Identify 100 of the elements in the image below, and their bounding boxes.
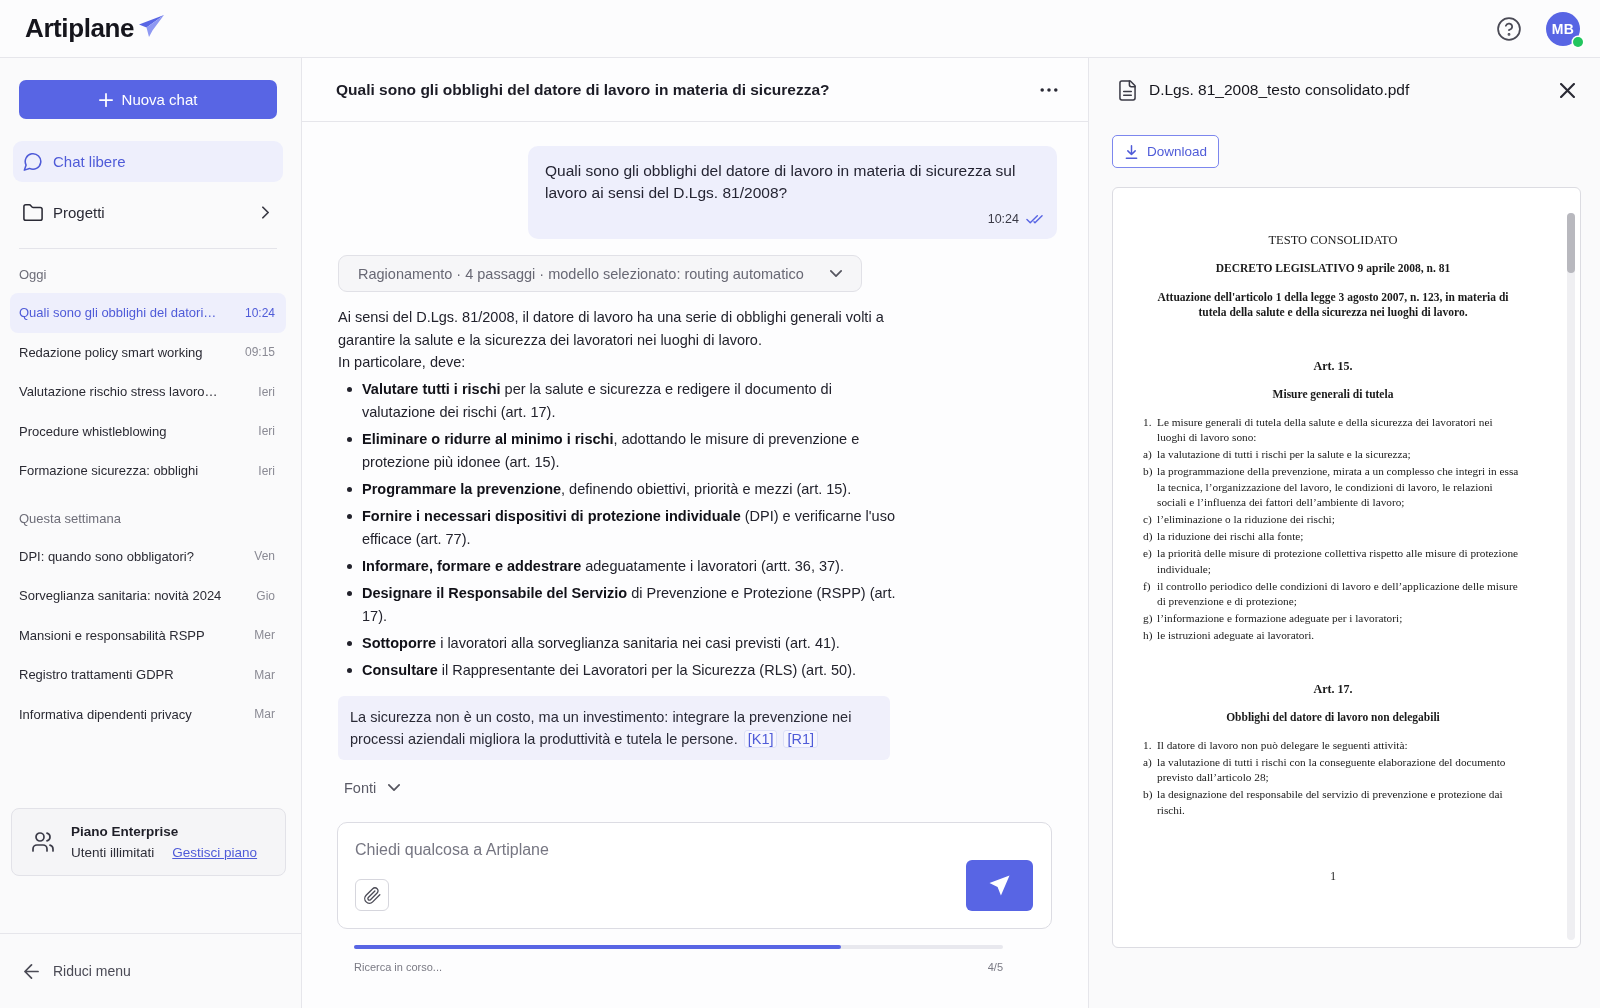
arrow-left-icon [24,963,39,979]
chat-title: Registro trattamenti GDPR [19,667,174,683]
article-heading: Art. 17. [1312,681,1354,697]
avatar[interactable]: MB [1546,11,1580,46]
list-marker: d) [1143,529,1154,544]
list-marker: h) [1143,628,1154,643]
list-item-text: Consultare il Rappresentante dei Lavoratori per la Sicurezza (RLS) (art. 50). [362,660,857,680]
chat-history-item[interactable]: Valutazione rischio stress lavoro… Ieri [10,372,286,412]
chevron-right-icon [262,206,269,219]
document-text: la priorità delle misure di protezione collettiva rispetto alle misure di protezione individuale; [1157,546,1520,577]
citation-link[interactable]: [K1] [743,729,778,748]
chat-time: 10:24 [244,305,275,320]
close-icon [1560,82,1575,98]
chat-time: 09:15 [244,345,275,360]
chat-title: Sorveglianza sanitaria: novità 2024 [19,588,222,604]
bullet-icon [347,667,352,673]
more-icon [1040,87,1058,92]
list-item-text: Designare il Responsabile del Servizio di Prevenzione e Protezione (RSPP) (art. 17). [362,583,897,626]
document-text: la valutazione di tutti i rischi per la salute e la sicurezza; [1157,447,1412,462]
message-input[interactable]: Chiedi qualcosa a Artiplane [355,839,675,861]
nav-item[interactable]: Progetti [13,192,283,233]
page-number: 1 [1329,870,1337,882]
manage-plan-link[interactable]: Gestisci piano [172,845,258,860]
chat-time: Ven [254,549,275,564]
chevron-down-icon [829,270,842,277]
document-text: la programmazione della prevenzione, mirata a un complesso che integri in essa la tecnica, l’organizzazione del lavoro, le condizioni di lavoro, le relazioni sociali e l’influenza dei fattori dell’ambiente di lavoro; [1157,464,1520,510]
bullet-icon [347,513,352,519]
list-marker: 1. [1143,737,1153,753]
document-text: Le misure generali di tutela della salute e della sicurezza dei lavoratori nei luoghi di lavoro sono: [1157,414,1494,445]
download-button[interactable]: Download [1112,135,1220,168]
message-time: 10:24 [987,212,1019,226]
chat-title: Procedure whistleblowing [19,423,167,439]
chat-title: Quali sono gli obblighi del datori… [19,305,217,321]
answer-text: Ai sensi del D.Lgs. 81/2008, il datore di lavoro ha una serie di obblighi generali volti a garantire la salute e la sicurezza dei lavoratori nei luoghi di lavoro. [338,308,885,350]
chat-time: Ieri [258,384,275,399]
nav-item[interactable]: Chat libere [13,141,283,182]
article-heading: Art. 15. [1312,358,1354,374]
list-marker: g) [1143,611,1154,626]
document-text: l’eliminazione o la riduzione dei rischi; [1157,512,1336,527]
chat-time: Ieri [258,463,275,478]
section-heading: Questa settimana [18,509,122,528]
chat-history-item[interactable]: DPI: quando sono obbligatori? Ven [10,536,286,576]
document-text: Il datore di lavoro non può delegare le seguenti attività: [1157,737,1409,753]
list-item-text: Eliminare o ridurre al minimo i rischi, adottando le misure di prevenzione e protezione più idonee (art. 15). [362,429,861,472]
list-marker: a) [1143,754,1153,770]
list-item-text: Programmare la prevenzione, definendo obiettivi, priorità e mezzi (art. 15). [362,479,852,499]
document-text: la designazione del responsabile del servizio di prevenzione e protezione dai rischi. [1157,787,1504,818]
chat-title: Informativa dipendenti privacy [19,706,192,722]
list-marker: f) [1143,578,1152,594]
bullet-icon [347,486,352,492]
list-item-text: Informare, formare e addestrare adeguatamente i lavoratori (artt. 36, 37). [362,556,844,576]
attach-button[interactable] [355,879,389,911]
new-chat-button[interactable]: Nuova chat [19,80,277,119]
help-icon [1497,16,1521,41]
file-name: D.Lgs. 81_2008_testo consolidato.pdf [1149,81,1411,99]
folder-icon [23,203,43,222]
chat-time: Mar [254,707,275,722]
reasoning-toggle[interactable]: Ragionamento · 4 passaggi · modello selezionato: routing automatico [338,255,862,292]
callout-text: La sicurezza non è un costo, ma un investimento: integrare la prevenzione nei processi aziendali migliora la produttività e tutela le persone. [K1] [R1] [338,695,890,760]
chat-history-item[interactable]: Informativa dipendenti privacy Mar [10,694,286,734]
file-icon [1119,79,1136,101]
progress-count: 4/5 [987,961,1003,973]
close-button[interactable] [1560,82,1575,98]
bullet-icon [347,590,352,596]
chat-time: Ieri [258,424,275,439]
citation-link[interactable]: [R1] [783,729,819,748]
document-title: TESTO CONSOLIDATO [1267,232,1399,248]
more-button[interactable] [1040,87,1058,92]
chat-history-item[interactable]: Registro trattamenti GDPR Mar [10,655,286,695]
plan-subtitle: Utenti illimitati [71,845,155,860]
chat-history-item[interactable]: Sorveglianza sanitaria: novità 2024 Gio [10,576,286,616]
document-text: il controllo periodico delle condizioni di lavoro e dell’applicazione delle misure di prevenzione e di protezione; [1157,578,1519,609]
send-button[interactable] [966,860,1033,911]
plus-icon [98,92,113,107]
collapse-menu-button[interactable]: Riduci menu [24,963,131,979]
chat-history-item[interactable]: Quali sono gli obblighi del datori… 10:24 [10,293,286,333]
chat-title: Formazione sicurezza: obblighi [19,463,199,479]
list-item-text: Sottoporre i lavoratori alla sorveglianza sanitaria nei casi previsti (art. 41). [362,633,840,653]
answer-text: In particolare, deve: [338,353,467,372]
document-heading: Misure generali di tutela [1271,387,1395,403]
chevron-down-icon [388,784,401,791]
scrollbar-thumb[interactable] [1567,213,1575,273]
list-marker: a) [1143,447,1153,462]
plan-title: Piano Enterprise [71,824,180,839]
bullet-icon [347,386,352,392]
message-text: Quali sono gli obblighi del datore di lavoro in materia di sicurezza sul lavoro ai sensi del D.Lgs. 81/2008? [545,161,1017,203]
document-text: la riduzione dei rischi alla fonte; [1157,529,1305,544]
chat-history-item[interactable]: Redazione policy smart working 09:15 [10,332,286,372]
paper-plane-icon [989,875,1010,896]
chat-history-item[interactable]: Procedure whistleblowing Ieri [10,411,286,451]
document-text: la valutazione di tutti i rischi con la conseguente elaborazione del documento previsto dall’articolo 28; [1157,754,1507,785]
bullet-icon [347,640,352,646]
help-button[interactable] [1497,16,1521,41]
chat-history-item[interactable]: Formazione sicurezza: obblighi Ieri [10,451,286,491]
chat-history-item[interactable]: Mansioni e responsabilità RSPP Mer [10,615,286,655]
sources-toggle[interactable]: Fonti [338,779,401,796]
paperclip-icon [363,886,381,904]
logo-text: Artiplane [25,13,135,44]
chat-time: Mer [254,628,275,643]
list-item-text: Valutare tutti i rischi per la salute e sicurezza e redigere il documento di valutazione dei rischi (art. 17). [362,379,833,422]
